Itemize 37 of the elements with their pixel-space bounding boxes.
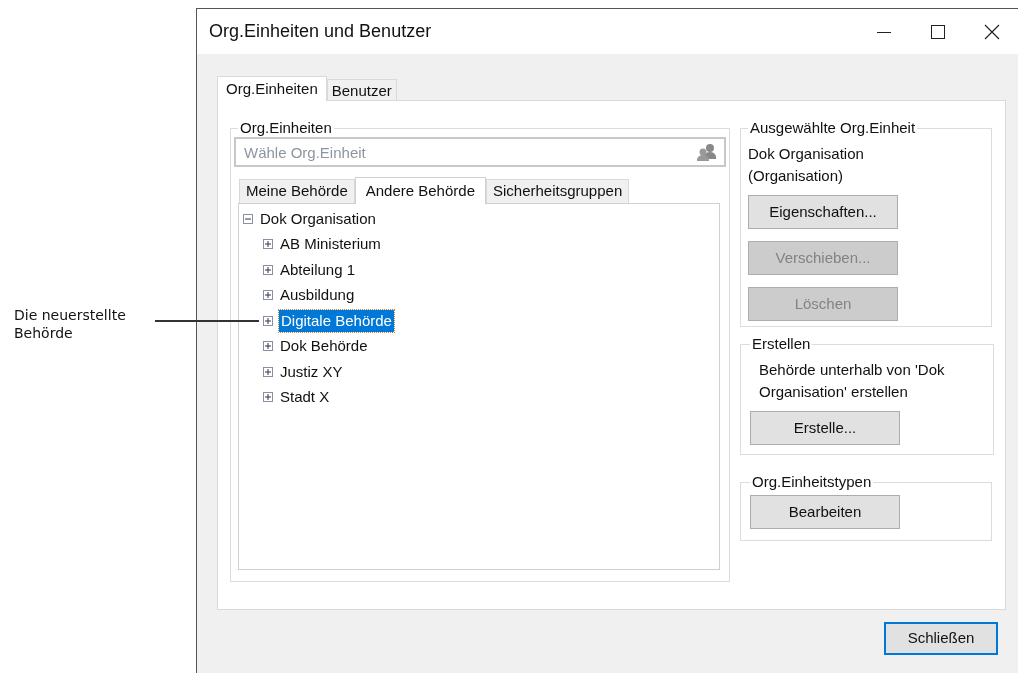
expand-icon[interactable] <box>263 239 273 250</box>
tab[interactable]: Org.Einheiten <box>217 76 327 101</box>
window-title: Org.Einheiten und Benutzer <box>209 20 433 43</box>
action-button[interactable]: Eigenschaften... <box>748 195 898 229</box>
unit-description: Dok Organisation (Organisation) <box>748 144 865 186</box>
action-button[interactable]: Erstelle... <box>750 411 900 445</box>
maximize-icon[interactable] <box>930 23 946 40</box>
expand-icon[interactable] <box>263 366 273 377</box>
tree-item[interactable]: Digitale Behörde <box>279 309 394 332</box>
tab[interactable]: Meine Behörde <box>239 179 355 203</box>
collapse-icon[interactable] <box>243 213 253 224</box>
expand-icon[interactable] <box>263 315 273 326</box>
tree-item[interactable]: Dok Behörde <box>279 335 369 358</box>
tree-item[interactable]: Abteilung 1 <box>279 258 357 281</box>
create-description: Behörde unterhalb von 'Dok Organisation' erstellen <box>759 360 946 402</box>
tree-item[interactable]: Ausbildung <box>279 284 356 307</box>
tree-item[interactable]: Justiz XY <box>279 360 344 383</box>
expand-icon[interactable] <box>263 392 273 403</box>
users-icon[interactable] <box>696 143 718 161</box>
action-button[interactable]: Bearbeiten <box>750 495 900 529</box>
tree-item[interactable]: AB Ministerium <box>279 233 382 256</box>
annotation-label: Die neuerstellte Behörde <box>14 306 127 342</box>
group-title: Org.Einheiten <box>239 119 333 137</box>
tree-item[interactable]: Dok Organisation <box>259 207 377 230</box>
close-button[interactable]: Schließen <box>884 622 998 655</box>
search-field[interactable]: Wähle Org.Einheit <box>234 137 726 167</box>
tab[interactable]: Andere Behörde <box>354 177 486 204</box>
expand-icon[interactable] <box>263 264 273 275</box>
close-icon[interactable] <box>984 23 1000 40</box>
tab[interactable]: Sicherheitsgruppen <box>486 179 630 203</box>
expand-icon[interactable] <box>263 341 273 352</box>
tree-item[interactable]: Stadt X <box>279 386 331 409</box>
expand-icon[interactable] <box>263 290 273 301</box>
group-title: Ausgewählte Org.Einheit <box>749 119 917 137</box>
group-title: Erstellen <box>751 335 812 353</box>
group-title: Org.Einheitstypen <box>751 473 873 491</box>
tab[interactable]: Benutzer <box>326 79 397 100</box>
